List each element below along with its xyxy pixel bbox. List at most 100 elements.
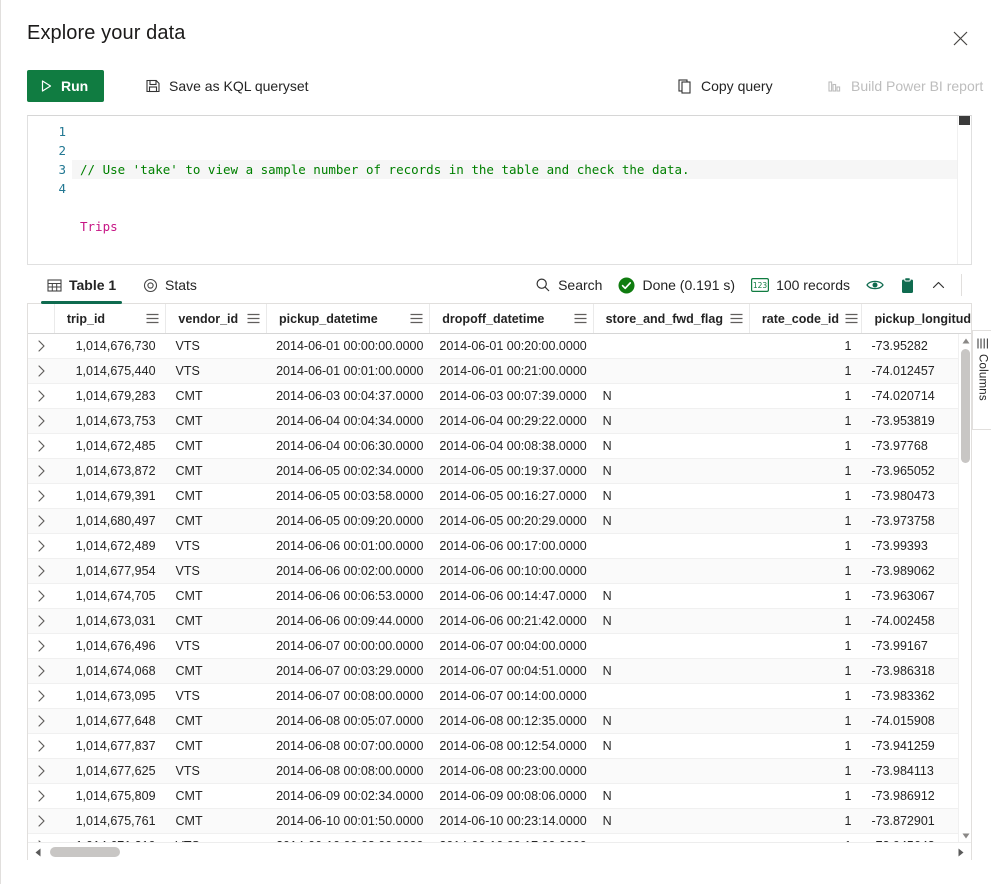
editor-vertical-scrollbar[interactable] (957, 116, 971, 264)
table-row[interactable]: 1,014,676,496 VTS 2014-06-07 00:00:00.0000… (28, 634, 971, 659)
table-row[interactable]: 1,014,676,730 VTS 2014-06-01 00:00:00.0000… (28, 334, 971, 359)
scroll-left-arrow[interactable] (30, 843, 46, 860)
close-button[interactable] (944, 22, 976, 54)
cell-rate_code_id: 1 (844, 714, 852, 728)
expand-row-chevron-icon[interactable] (28, 409, 54, 433)
expand-row-chevron-icon[interactable] (28, 534, 54, 558)
cell-trip_id: 1,014,672,489 (75, 539, 156, 553)
editor-line-number-gutter: 1 2 3 4 (28, 116, 72, 264)
table-row[interactable]: 1,014,673,031 CMT 2014-06-06 00:09:44.0000… (28, 609, 971, 634)
column-menu-icon[interactable] (730, 313, 743, 324)
table-row[interactable]: 1,014,673,753 CMT 2014-06-04 00:04:34.0000… (28, 409, 971, 434)
cell-rate_code_id: 1 (844, 614, 852, 628)
clipboard-button[interactable] (893, 270, 922, 300)
preview-toggle-button[interactable] (859, 270, 891, 300)
record-count-label: 100 records (776, 277, 850, 293)
column-menu-icon[interactable] (146, 313, 159, 324)
table-row[interactable]: 1,014,675,809 CMT 2014-06-09 00:02:34.0000… (28, 784, 971, 809)
column-header-label: vendor_id (178, 311, 239, 326)
expand-row-chevron-icon[interactable] (28, 384, 54, 408)
expand-row-chevron-icon[interactable] (28, 584, 54, 608)
grid-hscrollbar-thumb[interactable] (50, 847, 120, 857)
cell-rate_code_id: 1 (844, 514, 852, 528)
expand-row-chevron-icon[interactable] (28, 834, 54, 842)
tab-stats[interactable]: Stats (137, 266, 203, 304)
run-button-label: Run (61, 78, 89, 94)
column-header-trip_id[interactable]: trip_id (53, 304, 166, 333)
column-menu-icon[interactable] (247, 313, 260, 324)
clipboard-icon (900, 276, 915, 294)
expand-row-chevron-icon[interactable] (28, 559, 54, 583)
cell-store_and_fwd_flag (593, 559, 749, 583)
query-editor[interactable]: 1 2 3 4 // Use 'take' to view a sample n… (27, 115, 972, 265)
column-header-store_and_fwd_flag[interactable]: store_and_fwd_flag (592, 304, 749, 333)
column-header-vendor_id[interactable]: vendor_id (165, 304, 266, 333)
table-row[interactable]: 1,014,672,485 CMT 2014-06-04 00:06:30.0000… (28, 434, 971, 459)
table-row[interactable]: 1,014,673,095 VTS 2014-06-07 00:08:00.0000… (28, 684, 971, 709)
cell-vendor_id: VTS (175, 764, 200, 778)
expand-row-chevron-icon[interactable] (28, 759, 54, 783)
expand-row-chevron-icon[interactable] (28, 434, 54, 458)
column-menu-icon[interactable] (845, 313, 858, 324)
column-header-label: rate_code_id (761, 311, 840, 326)
table-row[interactable]: 1,014,679,283 CMT 2014-06-03 00:04:37.0000… (28, 384, 971, 409)
table-row[interactable]: 1,014,674,705 CMT 2014-06-06 00:06:53.0000… (28, 584, 971, 609)
expand-row-chevron-icon[interactable] (28, 334, 54, 358)
expand-row-chevron-icon[interactable] (28, 809, 54, 833)
cell-rate_code_id: 1 (844, 814, 852, 828)
expand-row-chevron-icon[interactable] (28, 359, 54, 383)
search-button[interactable]: Search (528, 270, 609, 300)
table-row[interactable]: 1,014,675,761 CMT 2014-06-10 00:01:50.0000… (28, 809, 971, 834)
expand-row-chevron-icon[interactable] (28, 634, 54, 658)
table-row[interactable]: 1,014,672,489 VTS 2014-06-06 00:01:00.0000… (28, 534, 971, 559)
expand-row-chevron-icon[interactable] (28, 459, 54, 483)
expand-row-chevron-icon[interactable] (28, 609, 54, 633)
table-row[interactable]: 1,014,677,648 CMT 2014-06-08 00:05:07.0000… (28, 709, 971, 734)
table-row[interactable]: 1,014,671,219VTS2014-06-10 00:08:00.0000… (28, 834, 971, 842)
table-row[interactable]: 1,014,680,497 CMT 2014-06-05 00:09:20.0000… (28, 509, 971, 534)
tab-table-1[interactable]: Table 1 (41, 266, 123, 304)
table-row[interactable]: 1,014,673,872 CMT 2014-06-05 00:02:34.0000… (28, 459, 971, 484)
cell-pickup_datetime: 2014-06-08 00:07:00.0000 (276, 739, 424, 753)
cell-rate_code_id: 1 (844, 564, 852, 578)
expand-row-chevron-icon[interactable] (28, 659, 54, 683)
column-header-rate_code_id[interactable]: rate_code_id (748, 304, 862, 333)
build-power-bi-report-button[interactable]: Build Power BI report (819, 70, 991, 102)
save-as-kql-queryset-button[interactable]: Save as KQL queryset (137, 70, 317, 102)
editor-scrollbar-thumb[interactable] (959, 116, 970, 125)
expand-row-chevron-icon[interactable] (28, 734, 54, 758)
column-header-pickup_longitude[interactable]: pickup_longitude (861, 304, 971, 333)
table-row[interactable]: 1,014,677,954 VTS 2014-06-06 00:02:00.0000… (28, 559, 971, 584)
columns-panel-button[interactable]: Columns (972, 330, 991, 430)
cell-store_and_fwd_flag: N (602, 739, 612, 753)
scroll-right-arrow[interactable] (953, 843, 969, 860)
copy-query-button[interactable]: Copy query (669, 70, 781, 102)
cell-pickup_datetime: 2014-06-05 00:03:58.0000 (276, 489, 424, 503)
column-menu-icon[interactable] (410, 313, 423, 324)
expand-row-chevron-icon[interactable] (28, 784, 54, 808)
column-header-dropoff_datetime[interactable]: dropoff_datetime (429, 304, 592, 333)
expand-row-chevron-icon[interactable] (28, 709, 54, 733)
cell-pickup_longitude: -73.953819 (871, 414, 935, 428)
collapse-results-button[interactable] (924, 270, 953, 300)
expand-row-chevron-icon[interactable] (28, 684, 54, 708)
expand-row-chevron-icon[interactable] (28, 509, 54, 533)
table-row[interactable]: 1,014,679,391 CMT 2014-06-05 00:03:58.0000… (28, 484, 971, 509)
grid-scrollbar-thumb[interactable] (961, 349, 970, 463)
table-row[interactable]: 1,014,677,625 VTS 2014-06-08 00:08:00.0000… (28, 759, 971, 784)
grid-horizontal-scrollbar[interactable] (28, 842, 971, 860)
cell-trip_id: 1,014,672,485 (75, 439, 156, 453)
grid-vertical-scrollbar[interactable] (958, 334, 971, 842)
run-button[interactable]: Run (27, 70, 105, 102)
table-row[interactable]: 1,014,675,440 VTS 2014-06-01 00:01:00.0000… (28, 359, 971, 384)
table-row[interactable]: 1,014,674,068 CMT 2014-06-07 00:03:29.0000… (28, 659, 971, 684)
tab-table-1-label: Table 1 (69, 277, 117, 293)
editor-code-area[interactable]: // Use 'take' to view a sample number of… (72, 116, 957, 264)
table-row[interactable]: 1,014,677,837 CMT 2014-06-08 00:07:00.0000… (28, 734, 971, 759)
cell-trip_id: 1,014,679,391 (75, 489, 156, 503)
column-header-pickup_datetime[interactable]: pickup_datetime (266, 304, 429, 333)
cell-dropoff_datetime: 2014-06-04 00:29:22.0000 (439, 414, 587, 428)
column-menu-icon[interactable] (574, 313, 587, 324)
expand-row-chevron-icon[interactable] (28, 484, 54, 508)
cell-pickup_datetime: 2014-06-03 00:04:37.0000 (276, 389, 424, 403)
